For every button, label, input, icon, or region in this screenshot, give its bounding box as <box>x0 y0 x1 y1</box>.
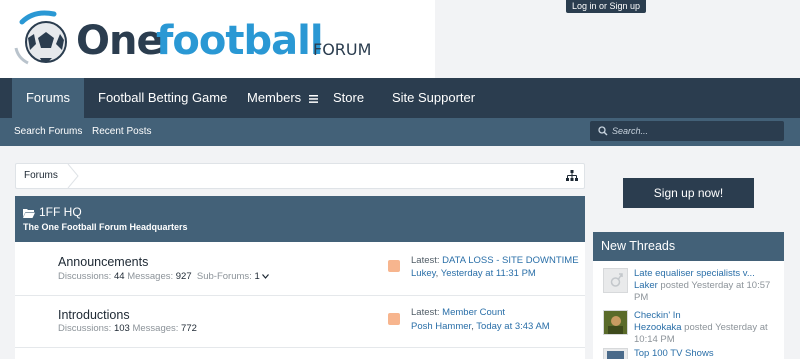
tab-forums[interactable]: Forums <box>12 78 84 118</box>
subforums-label: Sub-Forums: <box>196 271 252 282</box>
thread-meta: Hezookaka posted Yesterday at 10:14 PM <box>634 322 784 346</box>
messages-count: 772 <box>181 323 197 334</box>
tv-icon <box>607 351 624 359</box>
user-photo-icon <box>604 311 627 334</box>
site-logo[interactable]: One football FORUM <box>0 0 435 78</box>
discussions-label: Discussions: <box>58 323 112 334</box>
signup-button[interactable]: Sign up now! <box>623 178 754 208</box>
search-icon <box>598 126 608 136</box>
category-title[interactable]: 1FF HQ <box>39 205 82 220</box>
logo-text-one: One <box>76 18 164 64</box>
tab-members-label: Members <box>247 90 302 105</box>
tab-members[interactable]: Members <box>247 78 318 118</box>
messages-count: 927 <box>175 271 192 282</box>
category-header <box>15 196 585 242</box>
main-nav: Forums Football Betting Game Members Sto… <box>0 78 800 118</box>
discussions-count: 44 <box>113 271 125 282</box>
discussions-label: Discussions: <box>58 271 112 282</box>
recent-posts-link[interactable]: Recent Posts <box>92 118 151 146</box>
search-placeholder: Search... <box>612 126 649 136</box>
thread-title-link[interactable]: Top 100 TV Shows <box>634 348 714 359</box>
forum-title-announcements[interactable]: Announcements <box>58 255 148 270</box>
thread-title-link[interactable]: Checkin' In <box>634 310 681 322</box>
latest-post: Latest: Member Count <box>411 307 505 319</box>
thread-user-link[interactable]: Laker <box>634 280 658 291</box>
logo-text-football: football <box>156 18 324 64</box>
tab-site-supporter[interactable]: Site Supporter <box>392 78 475 118</box>
avatar[interactable] <box>603 268 628 293</box>
rss-icon[interactable] <box>388 260 400 272</box>
search-forums-link[interactable]: Search Forums <box>14 118 82 146</box>
login-signup-button[interactable]: Log in or Sign up <box>566 0 646 13</box>
tab-football-betting-game[interactable]: Football Betting Game <box>98 78 227 118</box>
thread-title-link[interactable]: Late equaliser specialists v... <box>634 268 755 280</box>
latest-time[interactable]: Today at 3:43 AM <box>476 321 549 332</box>
thread-meta: Laker posted Yesterday at 10:57 PM <box>634 280 784 304</box>
row-divider <box>15 295 585 296</box>
tab-store[interactable]: Store <box>333 78 364 118</box>
default-avatar-icon <box>610 273 623 287</box>
row-divider <box>15 347 585 348</box>
latest-label: Latest: <box>411 307 440 318</box>
forum-stats: Discussions: 103 Messages: 772 <box>58 323 197 335</box>
football-icon <box>14 10 67 65</box>
breadcrumb-item-forums[interactable]: Forums <box>24 164 58 188</box>
new-threads-header: New Threads <box>593 232 784 261</box>
breadcrumb: Forums <box>15 163 585 189</box>
latest-thread-link[interactable]: DATA LOSS - SITE DOWNTIME <box>442 255 578 266</box>
logo-text-forum: FORUM <box>313 40 372 59</box>
menu-icon <box>308 94 318 103</box>
chevron-down-icon[interactable] <box>262 274 270 279</box>
latest-meta: Lukey, Yesterday at 11:31 PM <box>411 268 536 279</box>
breadcrumb-arrow-icon <box>67 164 79 188</box>
discussions-count: 103 <box>113 323 130 334</box>
latest-time[interactable]: Yesterday at 11:31 PM <box>441 268 536 279</box>
latest-post: Latest: DATA LOSS - SITE DOWNTIME <box>411 255 579 267</box>
folder-open-icon <box>23 209 35 218</box>
latest-meta: Posh Hammer, Today at 3:43 AM <box>411 321 550 332</box>
thread-user-link[interactable]: Hezookaka <box>634 322 682 333</box>
rss-icon[interactable] <box>388 313 400 325</box>
forum-title-introductions[interactable]: Introductions <box>58 308 130 323</box>
avatar[interactable] <box>603 310 628 335</box>
latest-user-link[interactable]: Posh Hammer <box>411 321 471 332</box>
messages-label: Messages: <box>132 323 179 334</box>
subforums-count[interactable]: 1 <box>254 271 259 282</box>
messages-label: Messages: <box>127 271 174 282</box>
latest-user-link[interactable]: Lukey <box>411 268 436 279</box>
sitemap-icon[interactable] <box>566 170 578 182</box>
forum-stats: Discussions: 44 Messages: 927 Sub-Forums… <box>58 271 270 283</box>
category-description: The One Football Forum Headquarters <box>23 222 188 232</box>
avatar[interactable] <box>603 348 628 359</box>
latest-thread-link[interactable]: Member Count <box>442 307 505 318</box>
latest-label: Latest: <box>411 255 440 266</box>
